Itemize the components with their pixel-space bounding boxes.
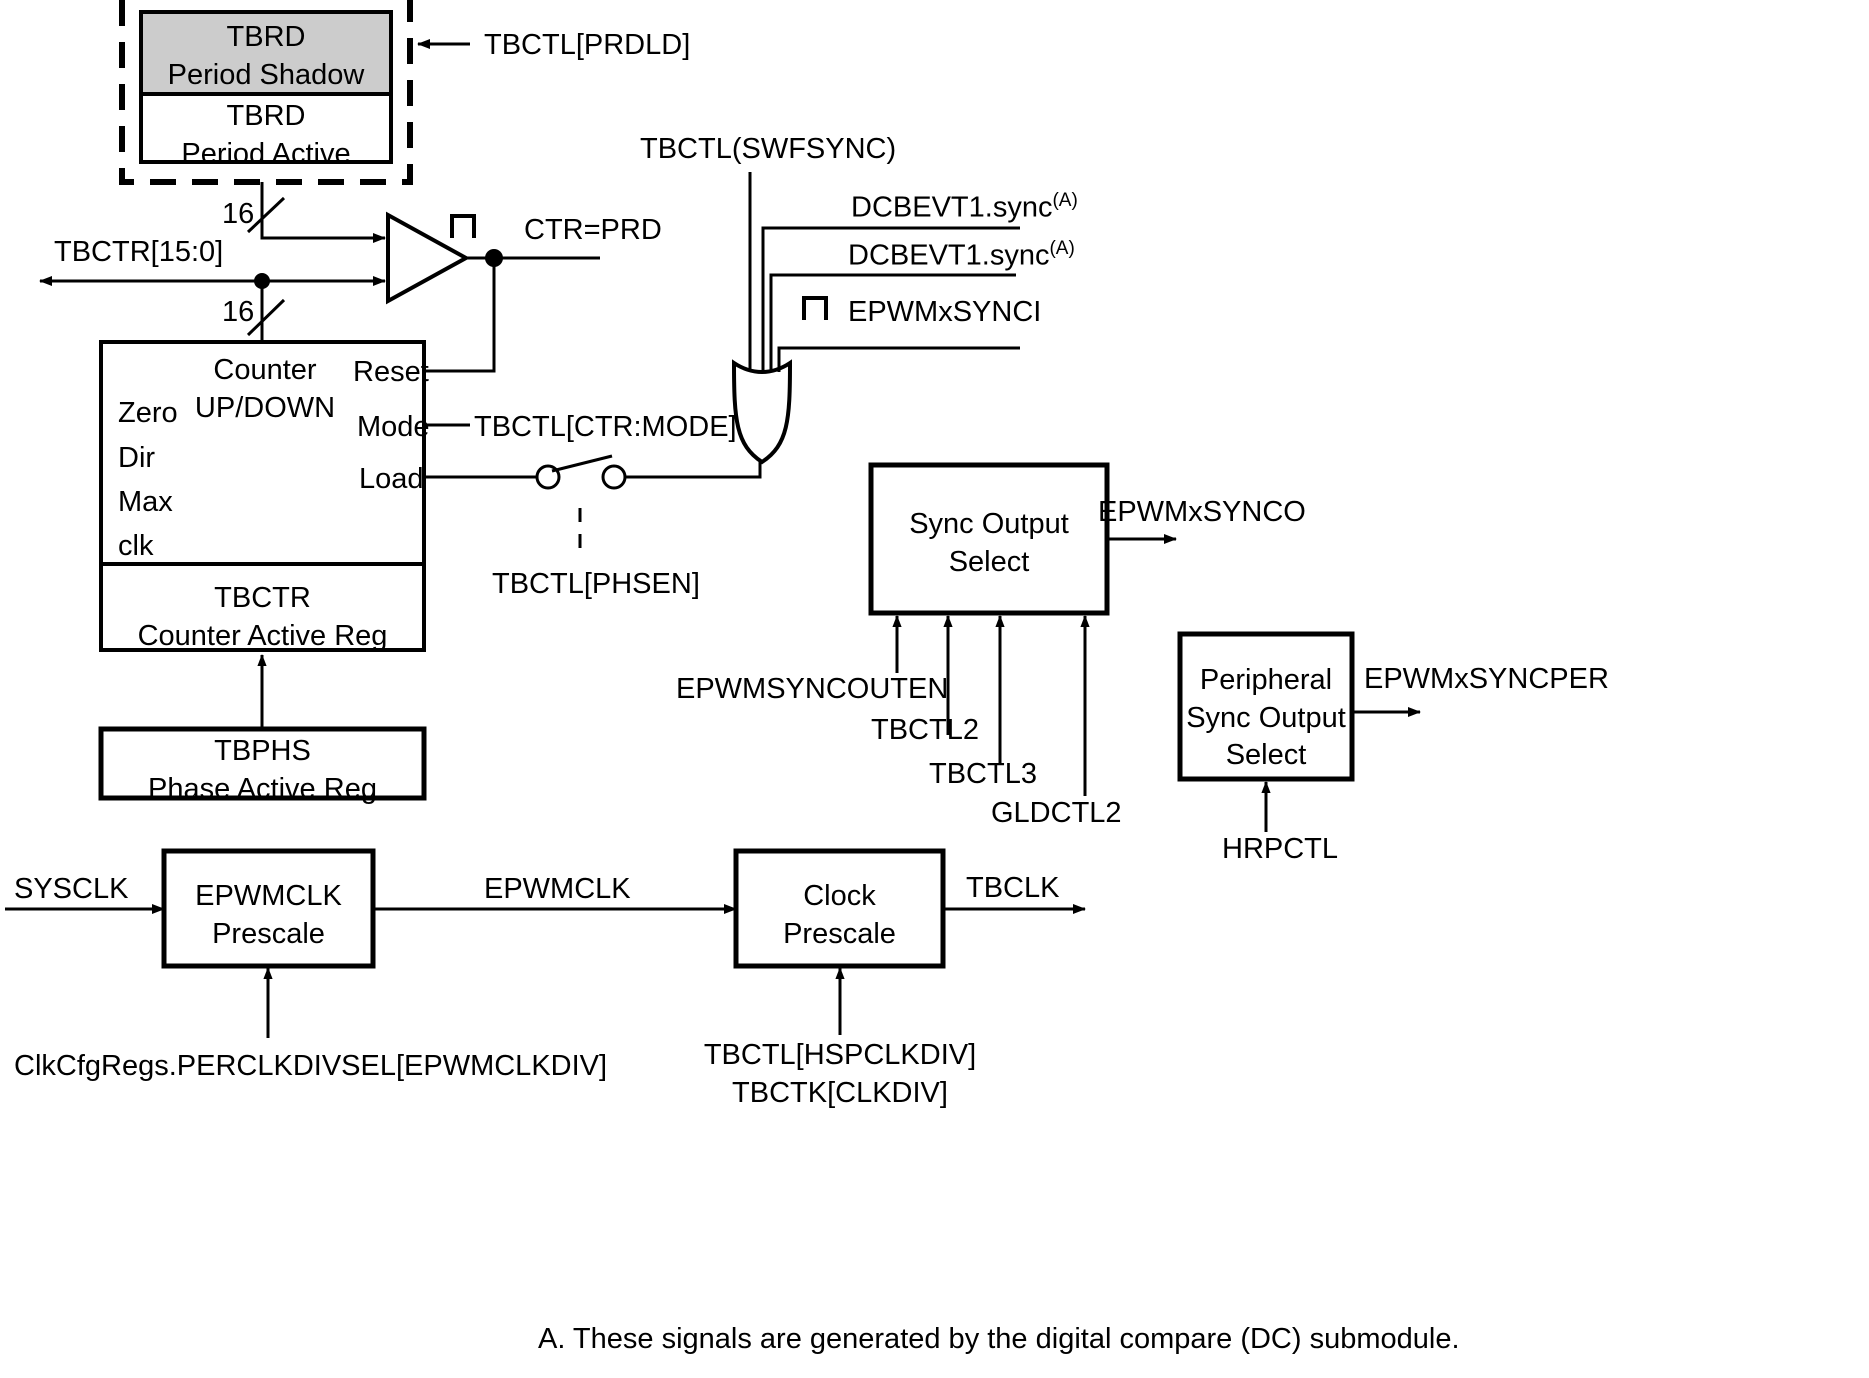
counter-port-load: Load xyxy=(359,463,424,495)
epwmsyncouten-label: EPWMSYNCOUTEN xyxy=(676,673,949,705)
sync-output-select-label: Sync Output Select xyxy=(909,508,1069,578)
epwmxsyncper-label: EPWMxSYNCPER xyxy=(1364,663,1609,695)
tbctl3-label: TBCTL3 xyxy=(929,758,1037,790)
counter-port-max: Max xyxy=(118,486,173,518)
counter-active-reg-label: TBCTR Counter Active Reg xyxy=(137,582,388,652)
pulse-glyph-ctr-prd xyxy=(450,214,476,238)
dcbevt1-a-label: DCBEVT1.sync(A) xyxy=(851,190,1078,224)
phsen-switch-lever xyxy=(551,454,613,473)
prdld-label: TBCTL[PRDLD] xyxy=(484,29,691,61)
dcbevt1-b-label: DCBEVT1.sync(A) xyxy=(848,238,1075,272)
period-active-label: TBRD Period Active xyxy=(181,100,351,170)
period-to-comparator-line xyxy=(260,182,386,243)
gldctl2-label: GLDCTL2 xyxy=(991,797,1122,829)
phsen-label: TBCTL[PHSEN] xyxy=(492,568,700,600)
peripheral-sync-output-select-label: Peripheral Sync Output Select xyxy=(1186,664,1346,772)
counter-block-label: Counter UP/DOWN xyxy=(194,354,336,424)
pulse-glyph-epwmxsynci xyxy=(802,296,828,320)
dcbevt1-a-footnote-mark: (A) xyxy=(1052,190,1078,211)
counter-port-reset: Reset xyxy=(353,356,429,388)
clock-prescale-control-label: TBCTL[HSPCLKDIV] TBCTK[CLKDIV] xyxy=(703,1039,977,1109)
counter-port-zero: Zero xyxy=(118,397,178,429)
ctr-eq-prd-label: CTR=PRD xyxy=(524,214,662,246)
swfsync-label: TBCTL(SWFSYNC) xyxy=(640,133,897,165)
epwmxsynci-label: EPWMxSYNCI xyxy=(848,296,1042,328)
footnote-a: A. These signals are generated by the di… xyxy=(538,1323,1460,1355)
epwmclk-mid-label: EPWMCLK xyxy=(484,873,631,905)
switch-to-or-gate-line xyxy=(625,460,762,479)
sysclk-label: SYSCLK xyxy=(14,873,129,905)
phsen-switch-terminal-right xyxy=(601,464,627,490)
period-shadow-label: TBRD Period Shadow xyxy=(167,21,365,91)
phase-active-reg-label: TBPHS Phase Active Reg xyxy=(148,735,377,805)
comparator-triangle xyxy=(386,211,471,305)
bus-width-top-label: 16 xyxy=(222,198,255,230)
counter-port-mode: Mode xyxy=(357,411,430,443)
tbclk-label: TBCLK xyxy=(966,872,1060,904)
epwmclk-prescale-label: EPWMCLK Prescale xyxy=(195,880,342,950)
tbctl2-label: TBCTL2 xyxy=(871,714,979,746)
dcbevt1-b-footnote-mark: (A) xyxy=(1049,238,1075,259)
perclkdivsel-label: ClkCfgRegs.PERCLKDIVSEL[EPWMCLKDIV] xyxy=(14,1050,608,1082)
ctr-mode-label: TBCTL[CTR:MODE] xyxy=(474,411,737,443)
clock-prescale-label: Clock Prescale xyxy=(783,880,896,950)
tbctr-bus-label: TBCTR[15:0] xyxy=(54,236,224,268)
counter-port-clk: clk xyxy=(118,530,154,562)
bus-width-bottom-label: 16 xyxy=(222,296,255,328)
hrpctl-label: HRPCTL xyxy=(1222,833,1339,865)
time-base-submodule-diagram: TBRD Period Shadow TBRD Period Active TBCT… xyxy=(0,0,1869,1378)
counter-port-dir: Dir xyxy=(118,442,156,474)
epwmxsynco-label: EPWMxSYNCO xyxy=(1098,496,1306,528)
or-gate xyxy=(731,359,793,465)
epwmxsynci-input-line xyxy=(777,346,1020,372)
